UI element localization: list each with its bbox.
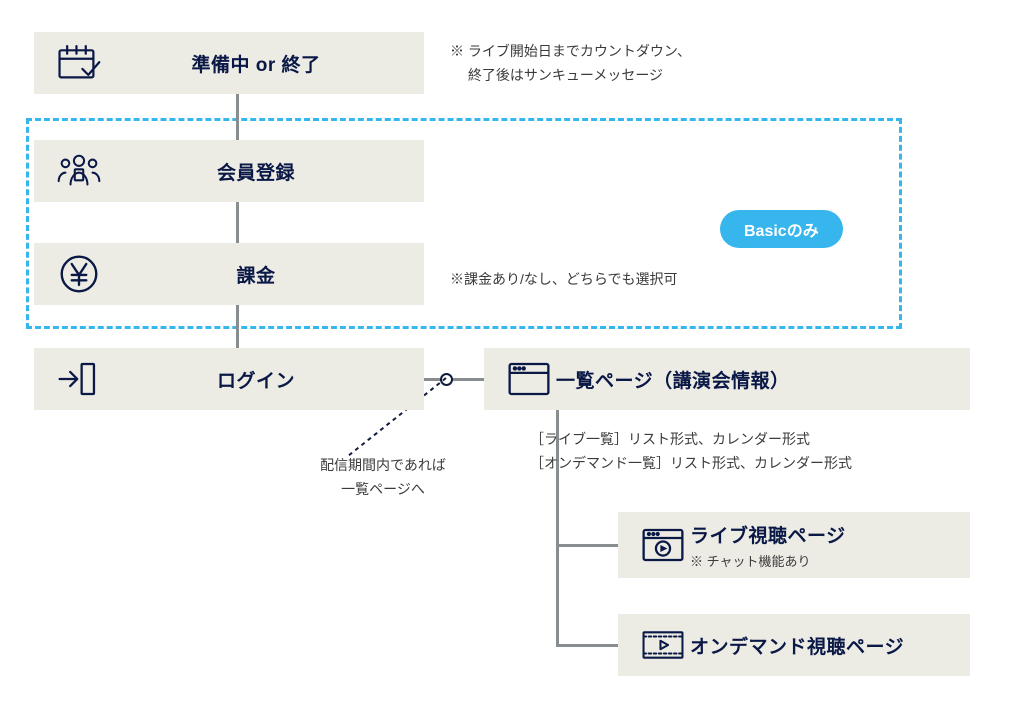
calendar-check-icon — [52, 43, 106, 83]
connector-vertical-spine — [236, 90, 239, 350]
note-login-line2: 一覧ページへ — [341, 481, 425, 497]
node-login-title: ログイン — [217, 366, 295, 393]
users-group-icon — [52, 152, 106, 190]
node-list-title: 一覧ページ（講演会情報） — [556, 366, 790, 393]
node-ondemand-viewing: オンデマンド視聴ページ — [618, 614, 970, 676]
note-preparing: ※ ライブ開始日までカウントダウン、 終了後はサンキューメッセージ — [450, 40, 691, 88]
note-billing-line: ※課金あり/なし、どちらでも選択可 — [450, 271, 677, 287]
login-arrow-icon — [52, 361, 106, 397]
note-preparing-line1: ※ ライブ開始日までカウントダウン、 — [450, 43, 691, 59]
note-list-line2: ［オンデマンド一覧］リスト形式、カレンダー形式 — [530, 455, 852, 471]
note-login: 配信期間内であれば 一覧ページへ — [288, 454, 478, 502]
node-live-title: ライブ視聴ページ — [690, 521, 846, 548]
note-preparing-line2: 終了後はサンキューメッセージ — [450, 67, 663, 83]
connector-branch-ondemand — [556, 644, 618, 647]
filmstrip-play-icon — [636, 629, 690, 661]
note-billing: ※課金あり/なし、どちらでも選択可 — [450, 268, 677, 292]
node-preparing-or-ended: 準備中 or 終了 — [34, 32, 424, 94]
note-login-line1: 配信期間内であれば — [320, 457, 446, 473]
node-register: 会員登録 — [34, 140, 424, 202]
yen-circle-icon — [52, 254, 106, 294]
node-register-title: 会員登録 — [217, 158, 295, 185]
node-preparing-title: 準備中 or 終了 — [191, 50, 320, 77]
note-list-details: ［ライブ一覧］リスト形式、カレンダー形式 ［オンデマンド一覧］リスト形式、カレン… — [530, 428, 852, 476]
node-live-sub: ※ チャット機能あり — [690, 551, 810, 570]
browser-window-icon — [502, 361, 556, 397]
node-list-page: 一覧ページ（講演会情報） — [484, 348, 970, 410]
node-live-viewing: ライブ視聴ページ ※ チャット機能あり — [618, 512, 970, 578]
node-login: ログイン — [34, 348, 424, 410]
node-ondemand-title: オンデマンド視聴ページ — [690, 632, 904, 659]
browser-play-icon — [636, 527, 690, 563]
node-billing: 課金 — [34, 243, 424, 305]
basic-only-badge: Basicのみ — [720, 210, 843, 248]
connector-branch-live — [556, 544, 618, 547]
node-billing-title: 課金 — [236, 261, 275, 288]
note-list-line1: ［ライブ一覧］リスト形式、カレンダー形式 — [530, 431, 810, 447]
